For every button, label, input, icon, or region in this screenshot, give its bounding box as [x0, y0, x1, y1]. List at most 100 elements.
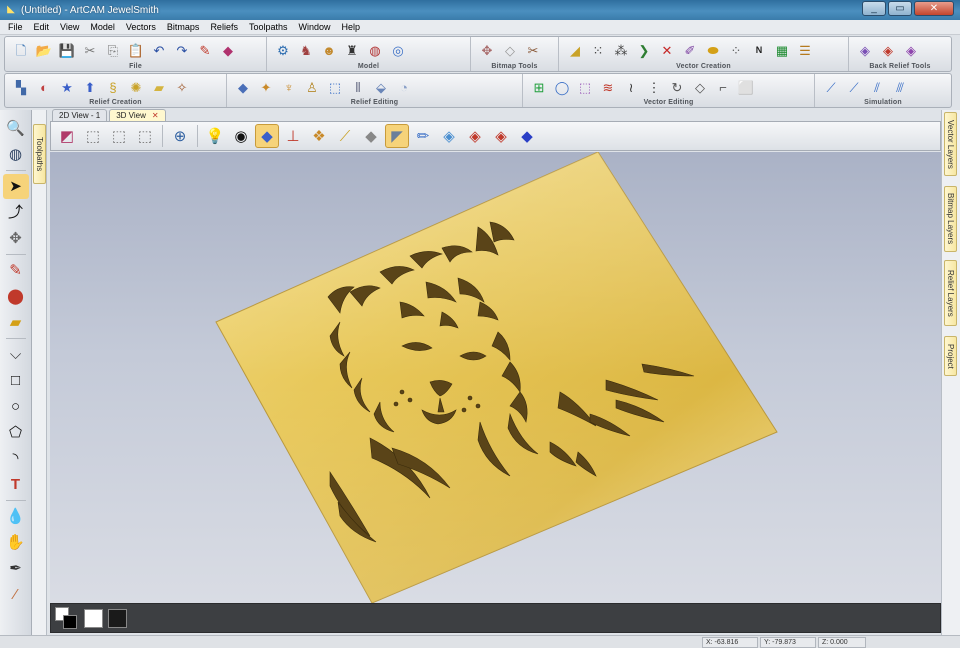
rotate-vector-icon[interactable]: ↻: [667, 77, 687, 97]
fill-icon[interactable]: ▰: [3, 310, 29, 335]
nesting-icon[interactable]: N: [749, 40, 769, 60]
menu-help[interactable]: Help: [342, 22, 361, 32]
relief-sculpt-icon[interactable]: ⬙: [371, 77, 391, 97]
eye-icon[interactable]: ◉: [229, 124, 253, 148]
pencil-edit-icon[interactable]: ✎: [195, 40, 215, 60]
relief-hand-icon[interactable]: ✦: [256, 77, 276, 97]
add-vector-icon[interactable]: ⊞: [529, 77, 549, 97]
zoom-icon[interactable]: ⊕: [168, 124, 192, 148]
layer-a-icon[interactable]: ◈: [437, 124, 461, 148]
menu-vectors[interactable]: Vectors: [126, 22, 156, 32]
simulate-blue-icon[interactable]: ⫽: [867, 77, 887, 97]
close-button[interactable]: ✕: [914, 1, 954, 16]
3d-viewport[interactable]: [50, 152, 941, 603]
pipette-icon[interactable]: ⁄: [3, 582, 29, 607]
node-edit-icon[interactable]: ⤴: [3, 200, 29, 225]
relief-arrow-icon[interactable]: ⬆: [80, 77, 100, 97]
swatch-white[interactable]: [84, 608, 103, 628]
polygon-icon[interactable]: ⬠: [3, 420, 29, 445]
star-vector-icon[interactable]: ⬬: [703, 40, 723, 60]
toolpaths-tab[interactable]: Toolpaths: [33, 124, 46, 184]
relief-smooth-icon[interactable]: ♆: [279, 77, 299, 97]
arc-icon[interactable]: ◝: [3, 446, 29, 471]
project-tab[interactable]: Project: [944, 336, 957, 376]
relief-display-icon[interactable]: ◆: [255, 124, 279, 148]
star-relief-icon[interactable]: ★: [57, 77, 77, 97]
paint-icon[interactable]: ⬤: [3, 284, 29, 309]
cowboy-boot-icon[interactable]: ♜: [342, 40, 362, 60]
menu-file[interactable]: File: [8, 22, 23, 32]
eraser-icon[interactable]: ◆: [218, 40, 238, 60]
node-grid-icon[interactable]: ⁙: [588, 40, 608, 60]
circle-icon[interactable]: ○: [3, 394, 29, 419]
model-setup-icon[interactable]: ⚙: [273, 40, 293, 60]
bitmap-layers-tab[interactable]: Bitmap Layers: [944, 186, 957, 252]
relief-wand-icon[interactable]: ✧: [172, 77, 192, 97]
close-tab-icon[interactable]: ✕: [152, 110, 159, 121]
back-relief-purple-icon[interactable]: ◈: [901, 40, 921, 60]
ring-vector-icon[interactable]: ◯: [552, 77, 572, 97]
bitmap-paint-icon[interactable]: ◇: [500, 40, 520, 60]
menu-window[interactable]: Window: [298, 22, 330, 32]
primary-secondary-swatch[interactable]: [55, 607, 79, 629]
wave-vector-icon[interactable]: ≋: [598, 77, 618, 97]
menu-toolpaths[interactable]: Toolpaths: [249, 22, 288, 32]
cut-icon[interactable]: ✂: [80, 40, 100, 60]
redo-icon[interactable]: ↷: [172, 40, 192, 60]
globe-mesh-icon[interactable]: ◍: [365, 40, 385, 60]
color-diamond-icon[interactable]: ◆: [515, 124, 539, 148]
back-relief-red-icon[interactable]: ◈: [878, 40, 898, 60]
simulate-tool-icon[interactable]: ⟋: [844, 77, 864, 97]
arrow-node-icon[interactable]: ❯: [634, 40, 654, 60]
new-file-icon[interactable]: 🗋: [11, 40, 31, 60]
vector-layers-tab[interactable]: Vector Layers: [944, 112, 957, 176]
offset-vector-icon[interactable]: ◇: [690, 77, 710, 97]
front-view-icon[interactable]: ⬚: [107, 124, 131, 148]
transform-icon[interactable]: ✥: [3, 226, 29, 251]
relief-copy-icon[interactable]: ⬚: [325, 77, 345, 97]
dog-face-icon[interactable]: ☻: [319, 40, 339, 60]
side-view-icon[interactable]: ⬚: [133, 124, 157, 148]
dotted-select-icon[interactable]: ⬚: [575, 77, 595, 97]
flat-relief-icon[interactable]: ▰: [149, 77, 169, 97]
undo-icon[interactable]: ↶: [149, 40, 169, 60]
weave-relief-icon[interactable]: ✺: [126, 77, 146, 97]
paint-brush-icon[interactable]: ✏: [411, 124, 435, 148]
simulate-end-icon[interactable]: ⫻: [890, 77, 910, 97]
layer-b-icon[interactable]: ◈: [463, 124, 487, 148]
grid-chip-icon[interactable]: ▦: [772, 40, 792, 60]
menu-reliefs[interactable]: Reliefs: [210, 22, 238, 32]
tab-3d-view[interactable]: 3D View ✕: [109, 109, 166, 121]
layers-icon[interactable]: ☰: [795, 40, 815, 60]
relief-paint-icon[interactable]: ◔: [394, 77, 414, 97]
relief-shape-icon[interactable]: ▚: [11, 77, 31, 97]
swatch-black[interactable]: [108, 608, 127, 628]
minimize-button[interactable]: _: [862, 1, 886, 16]
open-folder-icon[interactable]: 📂: [34, 40, 54, 60]
shape-editor-icon[interactable]: ✋: [3, 530, 29, 555]
top-view-icon[interactable]: ⬚: [81, 124, 105, 148]
save-icon[interactable]: 💾: [57, 40, 77, 60]
shaded-icon[interactable]: ◆: [359, 124, 383, 148]
vector-text-icon[interactable]: ✐: [680, 40, 700, 60]
bitmap-select-icon[interactable]: ✥: [477, 40, 497, 60]
select-arrow-icon[interactable]: ➤: [2, 174, 29, 199]
zoom-window-icon[interactable]: 🔍: [3, 116, 29, 141]
draw-vector-icon[interactable]: ⌵: [3, 342, 29, 367]
frame-vector-icon[interactable]: ⬜: [736, 77, 756, 97]
spiral-relief-icon[interactable]: §: [103, 77, 123, 97]
red-pencil-icon[interactable]: ✎: [3, 258, 29, 283]
tab-2d-view[interactable]: 2D View - 1: [52, 109, 108, 121]
vector-dots-icon[interactable]: ⁘: [726, 40, 746, 60]
zigzag-vector-icon[interactable]: ≀: [621, 77, 641, 97]
back-relief-icon[interactable]: ◈: [855, 40, 875, 60]
menu-model[interactable]: Model: [90, 22, 115, 32]
node-chain-icon[interactable]: ⁂: [611, 40, 631, 60]
axes-icon[interactable]: ⊥: [281, 124, 305, 148]
relief-stamp-icon[interactable]: ♙: [302, 77, 322, 97]
distribute-icon[interactable]: ⋮: [644, 77, 664, 97]
relief-layers-tab[interactable]: Relief Layers: [944, 260, 957, 326]
globe-navigate-icon[interactable]: ◍: [3, 142, 29, 167]
text-tool-icon[interactable]: T: [3, 472, 29, 497]
iso-view-icon[interactable]: ◩: [55, 124, 79, 148]
